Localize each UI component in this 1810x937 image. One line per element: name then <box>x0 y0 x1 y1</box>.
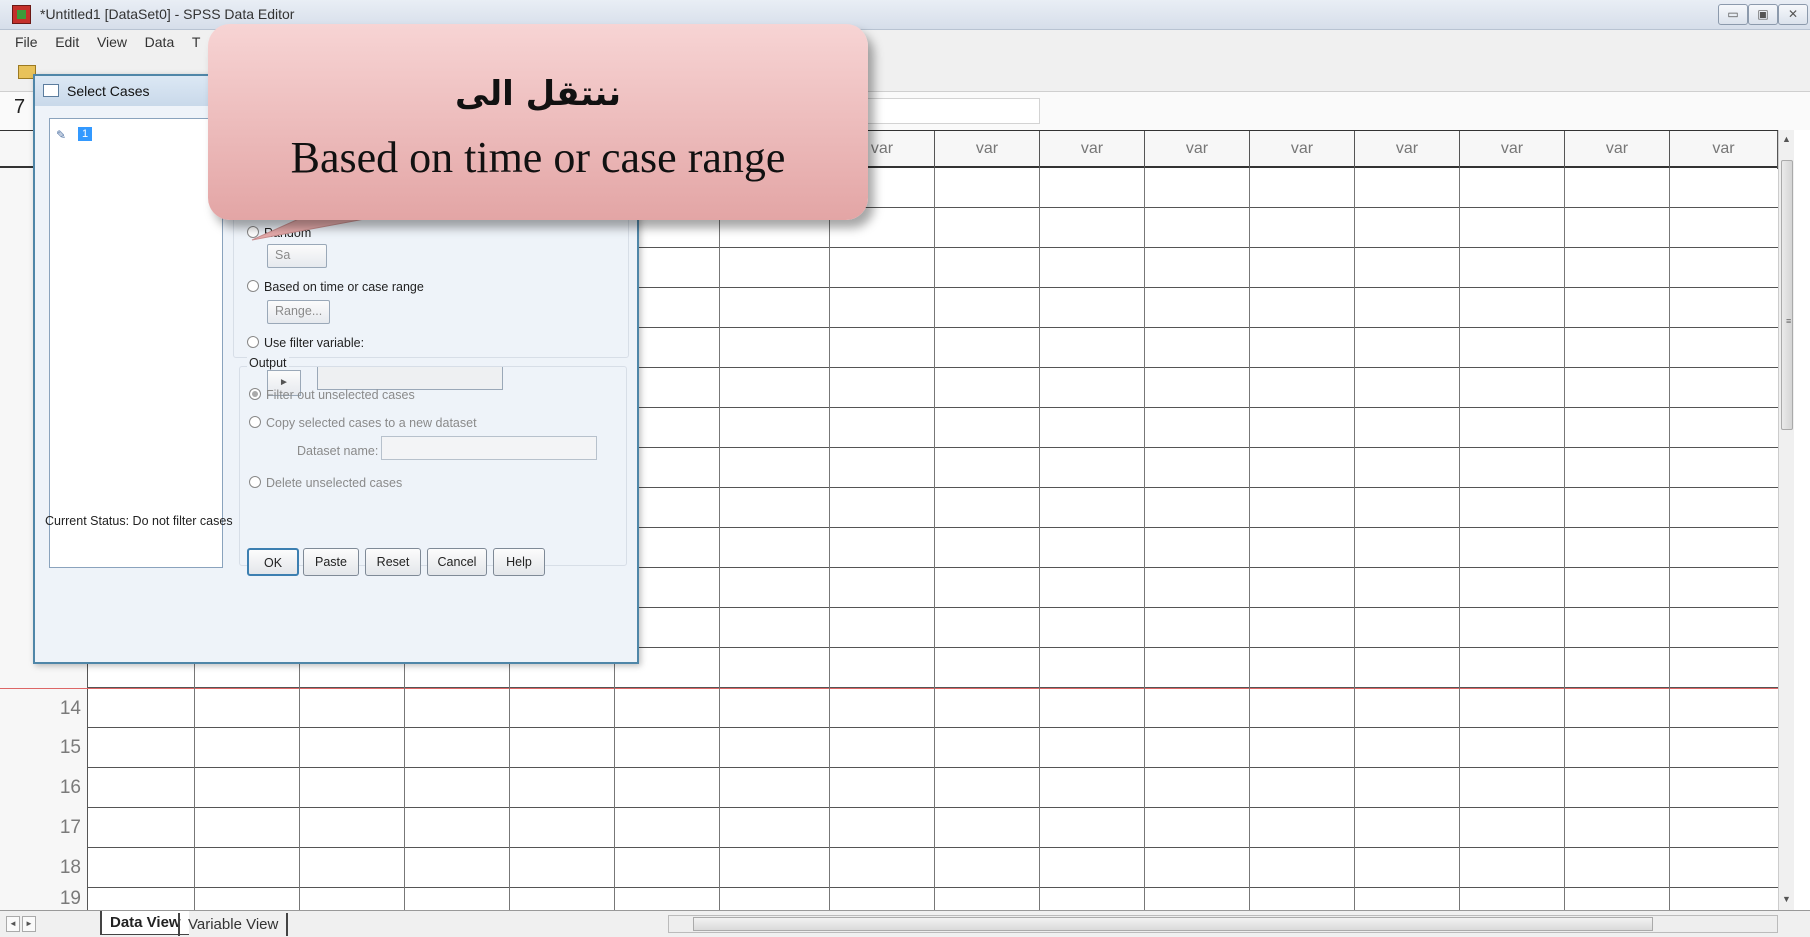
row-number[interactable]: 16 <box>0 768 88 808</box>
radio-icon[interactable] <box>249 476 261 488</box>
menu-transform[interactable]: T <box>185 30 208 54</box>
table-row: 14 <box>0 688 1780 729</box>
variable-list[interactable]: ✎ 1 <box>49 118 223 568</box>
delete-unselected-option[interactable]: Delete unselected cases <box>249 476 402 490</box>
radio-icon[interactable] <box>247 280 259 292</box>
menu-view[interactable]: View <box>90 30 134 54</box>
column-header[interactable]: var <box>1249 131 1354 169</box>
filter-variable-option[interactable]: Use filter variable: <box>247 336 364 350</box>
row-number[interactable]: 15 <box>0 728 88 768</box>
callout-english-text: Based on time or case range <box>290 133 786 182</box>
dialog-icon <box>43 84 59 97</box>
callout-arabic-text: ننتقل الى <box>455 74 621 114</box>
table-row: 17 <box>0 808 1780 848</box>
row-number[interactable]: 19 <box>0 888 88 910</box>
based-on-time-option[interactable]: Based on time or case range <box>247 280 424 294</box>
vertical-scrollbar[interactable]: ▲ ≡ ▼ <box>1778 130 1794 910</box>
close-button[interactable]: ✕ <box>1778 4 1808 25</box>
row-number[interactable]: 18 <box>0 848 88 888</box>
table-row: 16 <box>0 768 1780 808</box>
instruction-callout: ننتقل الى Based on time or case range <box>208 24 868 220</box>
column-divider <box>1039 168 1040 910</box>
random-sample-option[interactable]: Random <box>247 226 311 240</box>
scroll-thumb[interactable] <box>693 917 1653 931</box>
column-divider <box>1669 168 1670 910</box>
window-title: *Untitled1 [DataSet0] - SPSS Data Editor <box>40 6 295 22</box>
scale-variable-icon: ✎ <box>56 128 67 142</box>
radio-icon[interactable] <box>247 336 259 348</box>
column-header[interactable]: var <box>1144 131 1249 169</box>
tab-prev-icon[interactable]: ◄ <box>6 916 20 932</box>
radio-icon[interactable] <box>249 416 261 428</box>
row-number[interactable]: 14 <box>0 689 88 729</box>
grip-icon: ≡ <box>1786 316 1792 326</box>
copy-selected-option[interactable]: Copy selected cases to a new dataset <box>249 416 477 430</box>
column-header[interactable]: var <box>934 131 1039 169</box>
menu-edit[interactable]: Edit <box>48 30 86 54</box>
filter-out-label: Filter out unselected cases <box>266 388 415 402</box>
view-tabs-bar: ◄ ► Data View Variable View <box>0 910 1810 937</box>
random-label: Random <box>264 226 312 240</box>
column-divider <box>934 168 935 910</box>
column-divider <box>1354 168 1355 910</box>
based-on-time-label: Based on time or case range <box>264 280 424 294</box>
cell-reference: 7 <box>14 96 26 118</box>
row-number[interactable]: 17 <box>0 808 88 848</box>
column-header[interactable]: var <box>1564 131 1669 169</box>
scroll-up-icon[interactable]: ▲ <box>1782 134 1791 144</box>
scroll-down-icon[interactable]: ▼ <box>1782 894 1791 904</box>
column-header[interactable]: var <box>1354 131 1459 169</box>
use-filter-label: Use filter variable: <box>264 336 365 350</box>
column-header[interactable]: var <box>1459 131 1564 169</box>
delete-unselected-label: Delete unselected cases <box>266 476 403 490</box>
reset-button[interactable]: Reset <box>365 548 421 576</box>
tab-next-icon[interactable]: ► <box>22 916 36 932</box>
radio-icon[interactable] <box>247 226 259 238</box>
column-divider <box>1459 168 1460 910</box>
dialog-title: Select Cases <box>67 83 150 99</box>
range-button[interactable]: Range... <box>267 300 331 324</box>
paste-button[interactable]: Paste <box>303 548 359 576</box>
tab-variable-view[interactable]: Variable View <box>178 913 289 936</box>
output-label: Output <box>247 356 289 370</box>
horizontal-scrollbar[interactable] <box>668 915 1778 933</box>
current-status: Current Status: Do not filter cases <box>45 514 233 528</box>
restore-button[interactable]: ▣ <box>1748 4 1778 25</box>
cancel-button[interactable]: Cancel <box>427 548 487 576</box>
minimize-button[interactable]: ▭ <box>1718 4 1748 25</box>
menu-data[interactable]: Data <box>138 30 182 54</box>
variable-item[interactable]: ✎ 1 <box>56 127 93 145</box>
column-header[interactable]: var <box>1039 131 1144 169</box>
spss-app-icon <box>12 5 31 24</box>
filter-out-option[interactable]: Filter out unselected cases <box>249 388 415 402</box>
table-row: 15 <box>0 728 1780 768</box>
column-divider <box>829 168 830 910</box>
variable-name: 1 <box>78 127 93 141</box>
table-row: 18 <box>0 848 1780 888</box>
column-header[interactable]: var <box>1669 131 1778 169</box>
menu-file[interactable]: File <box>8 30 45 54</box>
tab-data-view[interactable]: Data View <box>100 911 189 935</box>
sample-button[interactable]: Sa <box>267 244 327 268</box>
copy-selected-label: Copy selected cases to a new dataset <box>266 416 477 430</box>
column-divider <box>1249 168 1250 910</box>
ok-button[interactable]: OK <box>247 548 299 576</box>
dataset-name-label: Dataset name: <box>297 444 379 458</box>
radio-icon[interactable] <box>249 388 261 400</box>
column-divider <box>719 168 720 910</box>
column-divider <box>1564 168 1565 910</box>
dataset-name-input[interactable] <box>381 436 597 460</box>
table-row: 19 <box>0 888 1780 910</box>
help-button[interactable]: Help <box>493 548 545 576</box>
column-divider <box>1144 168 1145 910</box>
scroll-thumb[interactable]: ≡ <box>1781 160 1793 430</box>
